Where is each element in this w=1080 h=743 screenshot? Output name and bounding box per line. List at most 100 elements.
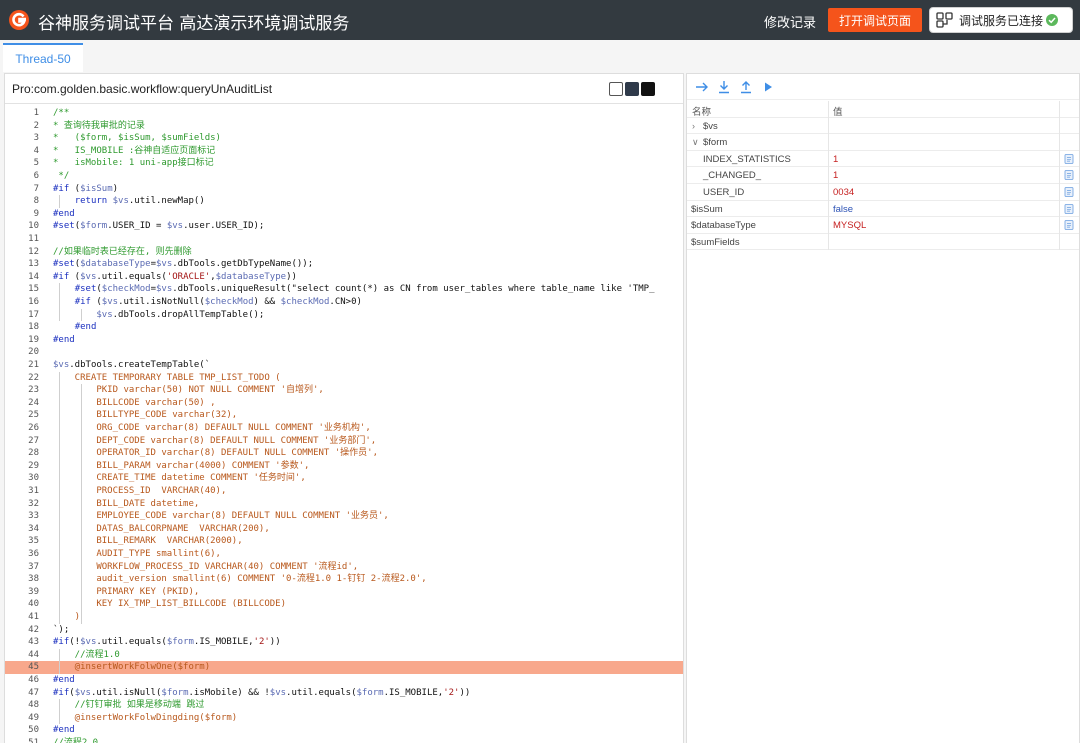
line-number[interactable]: 17 bbox=[5, 309, 39, 322]
code-text: OPERATOR_ID varchar(8) DEFAULT NULL COMM… bbox=[53, 448, 379, 459]
line-number[interactable]: 29 bbox=[5, 460, 39, 473]
variable-row[interactable]: USER_ID 0034 bbox=[687, 184, 1079, 201]
line-number[interactable]: 46 bbox=[5, 674, 39, 687]
line-number[interactable]: 6 bbox=[5, 170, 39, 183]
code-text: @insertWorkFolwDingding($form) bbox=[53, 712, 238, 723]
line-number[interactable]: 39 bbox=[5, 586, 39, 599]
code-line: 7 #if ($isSum) bbox=[5, 183, 683, 196]
variable-row[interactable]: $sumFields bbox=[687, 233, 1079, 251]
line-number[interactable]: 41 bbox=[5, 611, 39, 624]
variable-row[interactable]: ∨ $form bbox=[687, 134, 1079, 151]
code-line: 47 #if($vs.util.isNull($form.isMobile) &&… bbox=[5, 687, 683, 700]
line-number[interactable]: 4 bbox=[5, 145, 39, 158]
code-line: 14 #if ($vs.util.equals('ORACLE',$databas… bbox=[5, 271, 683, 284]
line-number[interactable]: 22 bbox=[5, 372, 39, 385]
code-text: //如果临时表已经存在, 则先删除 bbox=[53, 246, 192, 257]
code-text: #end bbox=[53, 675, 75, 685]
line-number[interactable]: 21 bbox=[5, 359, 39, 372]
code-text: #set($form.USER_ID = $vs.user.USER_ID); bbox=[53, 221, 265, 232]
line-number[interactable]: 33 bbox=[5, 510, 39, 523]
code-line: 10 #set($form.USER_ID = $vs.user.USER_ID)… bbox=[5, 220, 683, 233]
step-over-icon[interactable] bbox=[695, 80, 709, 94]
resume-icon[interactable] bbox=[761, 80, 775, 94]
line-number[interactable]: 15 bbox=[5, 283, 39, 296]
line-number[interactable]: 35 bbox=[5, 535, 39, 548]
variable-row[interactable]: $databaseType MYSQL bbox=[687, 217, 1079, 234]
copy-value-icon[interactable] bbox=[1064, 220, 1074, 231]
line-number[interactable]: 49 bbox=[5, 712, 39, 725]
line-number[interactable]: 19 bbox=[5, 334, 39, 347]
code-text: KEY IX_TMP_LIST_BILLCODE (BILLCODE) bbox=[53, 599, 286, 610]
line-number[interactable]: 25 bbox=[5, 409, 39, 422]
line-number[interactable]: 24 bbox=[5, 397, 39, 410]
line-number[interactable]: 48 bbox=[5, 699, 39, 712]
line-number[interactable]: 8 bbox=[5, 195, 39, 208]
line-number[interactable]: 30 bbox=[5, 472, 39, 485]
line-number[interactable]: 32 bbox=[5, 498, 39, 511]
line-number[interactable]: 20 bbox=[5, 346, 39, 359]
line-number[interactable]: 5 bbox=[5, 157, 39, 170]
code-line: 22 CREATE TEMPORARY TABLE TMP_LIST_TODO … bbox=[5, 372, 683, 385]
variable-row[interactable]: _CHANGED_ 1 bbox=[687, 167, 1079, 184]
line-number[interactable]: 23 bbox=[5, 384, 39, 397]
code-text: //流程1.0 bbox=[53, 649, 120, 660]
line-number[interactable]: 31 bbox=[5, 485, 39, 498]
line-number[interactable]: 11 bbox=[5, 233, 39, 246]
line-number[interactable]: 38 bbox=[5, 573, 39, 586]
code-line: 32 BILL_DATE datetime, bbox=[5, 498, 683, 511]
step-out-icon[interactable] bbox=[739, 80, 753, 94]
line-number[interactable]: 12 bbox=[5, 246, 39, 259]
line-number[interactable]: 27 bbox=[5, 435, 39, 448]
variable-row[interactable]: $isSum false bbox=[687, 200, 1079, 218]
line-number[interactable]: 40 bbox=[5, 598, 39, 611]
line-number[interactable]: 36 bbox=[5, 548, 39, 561]
copy-value-icon[interactable] bbox=[1064, 153, 1074, 164]
line-number[interactable]: 45 bbox=[5, 661, 39, 674]
line-number[interactable]: 16 bbox=[5, 296, 39, 309]
theme-dark-swatch[interactable] bbox=[625, 82, 639, 96]
debug-connection-button[interactable]: 调试服务已连接 bbox=[929, 7, 1073, 33]
code-line: 4 * IS_MOBILE :谷神自适应页面标记 bbox=[5, 145, 683, 158]
line-number[interactable]: 42 bbox=[5, 624, 39, 637]
variable-row[interactable]: INDEX_STATISTICS 1 bbox=[687, 150, 1079, 168]
line-number[interactable]: 50 bbox=[5, 724, 39, 737]
line-number[interactable]: 1 bbox=[5, 107, 39, 120]
tab-thread[interactable]: Thread-50 bbox=[3, 43, 83, 72]
line-number[interactable]: 43 bbox=[5, 636, 39, 649]
chevron-down-icon[interactable]: ∨ bbox=[692, 137, 699, 148]
code-line: 51 //流程2.0 bbox=[5, 737, 683, 743]
step-into-icon[interactable] bbox=[717, 80, 731, 94]
column-divider bbox=[828, 167, 829, 184]
change-history-link[interactable]: 修改记录 bbox=[764, 12, 816, 31]
line-number[interactable]: 13 bbox=[5, 258, 39, 271]
copy-value-icon[interactable] bbox=[1064, 187, 1074, 197]
line-number[interactable]: 37 bbox=[5, 561, 39, 574]
variable-row[interactable]: › $vs bbox=[687, 117, 1079, 135]
line-number[interactable]: 10 bbox=[5, 220, 39, 233]
line-number[interactable]: 7 bbox=[5, 183, 39, 196]
line-number[interactable]: 28 bbox=[5, 447, 39, 460]
line-number[interactable]: 34 bbox=[5, 523, 39, 536]
code-text: //钉钉审批 如果是移动端 跳过 bbox=[53, 700, 205, 711]
open-debug-page-button[interactable]: 打开调试页面 bbox=[828, 8, 922, 32]
line-number[interactable]: 47 bbox=[5, 687, 39, 700]
copy-value-icon[interactable] bbox=[1064, 203, 1074, 214]
column-divider bbox=[1059, 233, 1060, 251]
code-text: #if ($isSum) bbox=[53, 183, 119, 194]
connected-check-icon bbox=[1046, 14, 1059, 26]
line-number[interactable]: 44 bbox=[5, 649, 39, 662]
line-number[interactable]: 2 bbox=[5, 120, 39, 133]
copy-value-icon[interactable] bbox=[1064, 170, 1074, 181]
theme-light-swatch[interactable] bbox=[609, 82, 623, 96]
line-number[interactable]: 9 bbox=[5, 208, 39, 221]
column-divider bbox=[828, 200, 829, 218]
line-number[interactable]: 26 bbox=[5, 422, 39, 435]
theme-black-swatch[interactable] bbox=[641, 82, 655, 96]
line-number[interactable]: 14 bbox=[5, 271, 39, 284]
line-number[interactable]: 18 bbox=[5, 321, 39, 334]
code-editor[interactable]: 1 /** 2 * 查询待我审批的记录 3 * ($form, $isSum, $sumF… bbox=[5, 105, 683, 743]
chevron-right-icon[interactable]: › bbox=[692, 121, 695, 131]
code-text: return $vs.util.newMap() bbox=[74, 196, 205, 207]
line-number[interactable]: 3 bbox=[5, 132, 39, 145]
line-number[interactable]: 51 bbox=[5, 737, 39, 743]
